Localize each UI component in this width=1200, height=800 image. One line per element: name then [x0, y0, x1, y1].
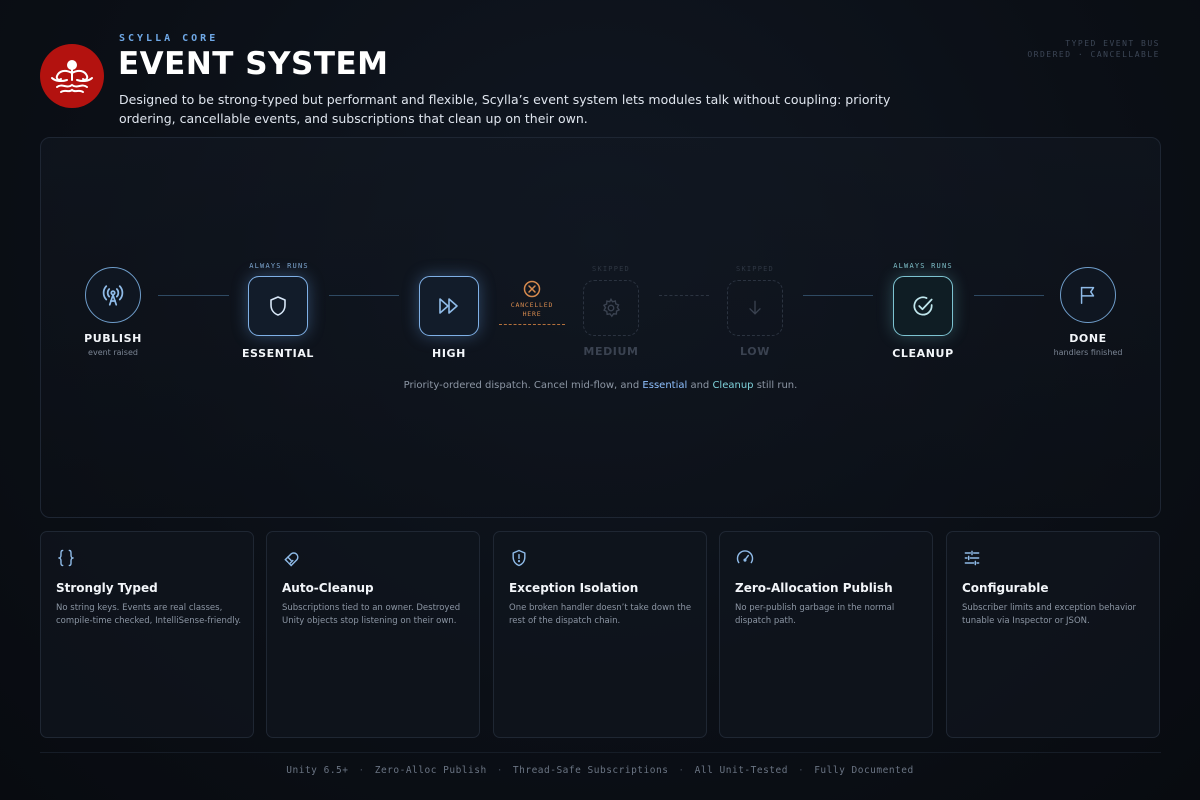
feature-card-auto-cleanup: Auto-Cleanup Subscriptions tied to an ow… — [266, 531, 480, 738]
footer-separator: · — [358, 765, 365, 776]
card-title: Zero-Allocation Publish — [735, 581, 893, 595]
connector-essential-high — [329, 295, 399, 296]
braces-icon — [58, 549, 74, 567]
connector-low-cleanup — [803, 295, 873, 296]
check-circle-icon — [913, 296, 933, 316]
caption-text-1: Priority-ordered dispatch. Cancel mid-fl… — [403, 380, 643, 391]
cleanup-node-box — [893, 276, 953, 336]
high-label: HIGH — [432, 347, 466, 360]
header-tag-line-2: ORDERED · CANCELLABLE — [1027, 50, 1160, 59]
card-body: Subscriber limits and exception behavior… — [962, 603, 1137, 626]
footer-item: Zero-Alloc Publish — [374, 765, 487, 776]
cancel-label-line-1: CANCELLED — [510, 301, 554, 309]
card-body: Subscriptions tied to an owner. Destroye… — [282, 603, 461, 626]
feature-card-configurable: Configurable Subscriber limits and excep… — [946, 531, 1160, 738]
done-sublabel: handlers finished — [1053, 348, 1123, 357]
done-label: DONE — [1069, 332, 1107, 345]
low-tag: SKIPPED — [736, 265, 774, 273]
cleanup-tag: ALWAYS RUNS — [893, 262, 953, 270]
fast-forward-icon — [439, 298, 458, 314]
scylla-logo — [40, 44, 104, 108]
medium-tag: SKIPPED — [592, 265, 630, 273]
card-body: No string keys. Events are real classes,… — [56, 603, 242, 626]
header-tag: TYPED EVENT BUS ORDERED · CANCELLABLE — [1027, 38, 1160, 60]
scylla-emblem-icon — [51, 60, 93, 93]
caption-text-2: and — [687, 380, 713, 391]
caption-cleanup: Cleanup — [712, 380, 754, 391]
arrow-down-icon — [749, 300, 761, 315]
gear-icon — [602, 297, 621, 318]
caption-essential: Essential — [642, 380, 688, 391]
footer-feature-list: Unity 6.5+ · Zero-Alloc Publish · Thread-Saf… — [0, 765, 1200, 776]
essential-node-box — [248, 276, 308, 336]
magnet-icon — [284, 552, 299, 567]
essential-label: ESSENTIAL — [241, 347, 315, 360]
footer-item: Unity 6.5+ — [286, 765, 349, 776]
connector-cleanup-done — [974, 295, 1044, 296]
footer-separator: · — [678, 765, 685, 776]
footer-divider — [40, 752, 1161, 753]
cancel-label-line-2: HERE — [522, 310, 542, 318]
shield-alert-icon — [512, 549, 526, 567]
medium-node-box — [583, 280, 639, 336]
shield-icon — [270, 296, 286, 316]
low-label: LOW — [740, 345, 770, 358]
caption-text-3: still run. — [753, 380, 798, 391]
header-kicker: SCYLLA CORE — [119, 33, 219, 44]
card-body: No per-publish garbage in the normal dis… — [735, 603, 895, 626]
flow-caption: Priority-ordered dispatch. Cancel mid-fl… — [41, 380, 1160, 391]
card-title: Strongly Typed — [56, 581, 158, 595]
card-title: Exception Isolation — [509, 581, 639, 595]
card-title: Auto-Cleanup — [282, 581, 374, 595]
gauge-icon — [736, 550, 754, 564]
low-node-box — [727, 280, 783, 336]
essential-tag: ALWAYS RUNS — [249, 262, 309, 270]
footer-separator: · — [496, 765, 503, 776]
cancel-label: CANCELLED HERE — [497, 301, 567, 319]
cancel-x-icon — [523, 280, 541, 298]
feature-card-zero-allocation: Zero-Allocation Publish No per-publish g… — [719, 531, 933, 738]
footer-item: Fully Documented — [814, 765, 914, 776]
publish-node-circle — [85, 267, 141, 323]
feature-card-strongly-typed: Strongly Typed No string keys. Events ar… — [40, 531, 254, 738]
connector-cancel — [499, 324, 565, 325]
dispatch-flow-panel: PUBLISH event raised ALWAYS RUNS ESSENTI… — [40, 137, 1161, 518]
done-node-circle — [1060, 267, 1116, 323]
connector-publish-essential — [158, 295, 229, 296]
footer-item: Thread-Safe Subscriptions — [512, 765, 669, 776]
medium-label: MEDIUM — [583, 345, 639, 358]
footer-item: All Unit-Tested — [694, 765, 788, 776]
page-description: Designed to be strong-typed but performa… — [119, 92, 891, 126]
broadcast-icon — [102, 285, 124, 306]
cleanup-label: CLEANUP — [892, 347, 954, 360]
footer-separator: · — [797, 765, 805, 776]
publish-label: PUBLISH — [84, 332, 142, 345]
sliders-icon — [964, 550, 980, 566]
card-body: One broken handler doesn’t take down the… — [509, 603, 692, 626]
flag-icon — [1080, 286, 1095, 304]
high-node-box — [419, 276, 479, 336]
page-title: EVENT SYSTEM — [118, 46, 389, 82]
header-tag-line-1: TYPED EVENT BUS — [1065, 39, 1160, 48]
feature-card-exception-isolation: Exception Isolation One broken handler d… — [493, 531, 707, 738]
publish-sublabel: event raised — [88, 348, 138, 357]
connector-medium-low — [659, 295, 709, 296]
card-title: Configurable — [962, 581, 1049, 595]
